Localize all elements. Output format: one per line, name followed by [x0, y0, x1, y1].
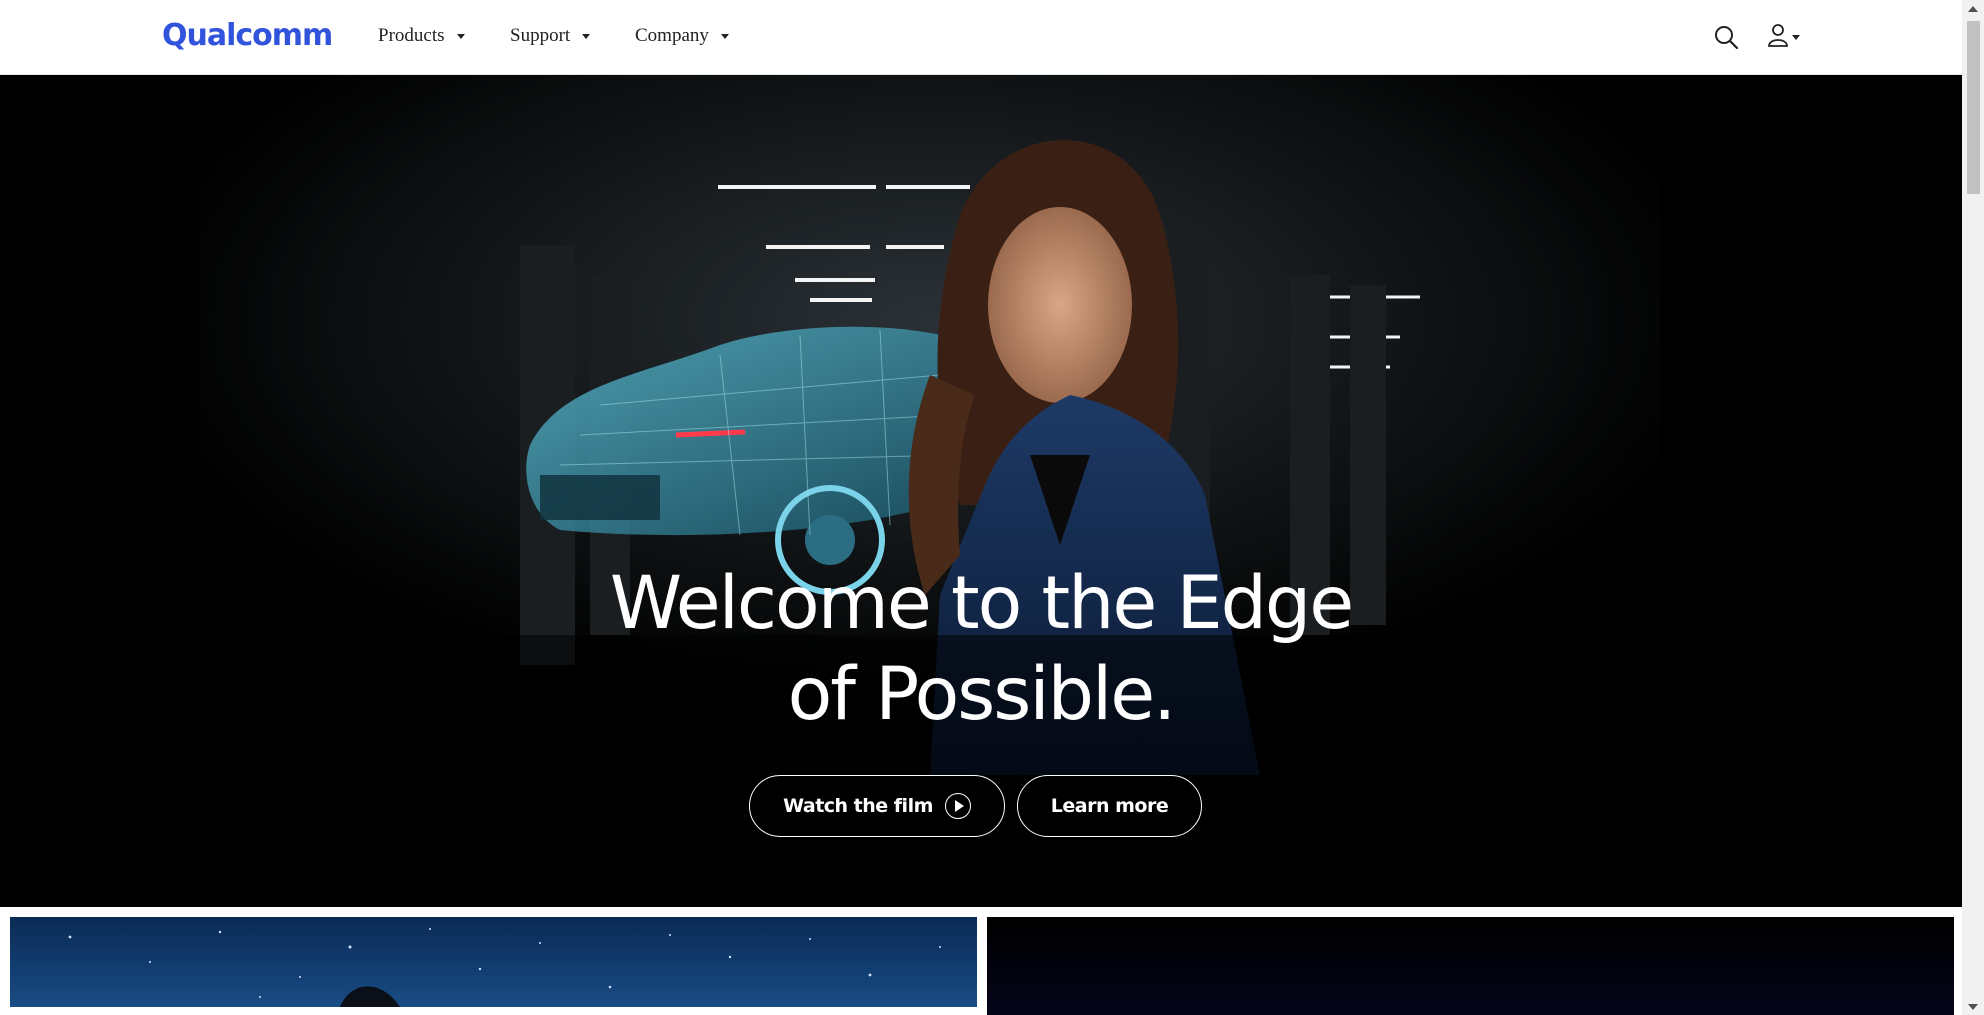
hero-title-line-1: Welcome to the Edge [609, 561, 1354, 646]
nav-item-company[interactable]: Company [635, 25, 729, 47]
scroll-up-arrow-icon[interactable] [1962, 0, 1984, 17]
caret-down-icon [582, 33, 591, 39]
vertical-scrollbar[interactable] [1962, 0, 1984, 1015]
scroll-thumb[interactable] [1967, 21, 1980, 194]
caret-down-icon [456, 33, 465, 39]
nav-item-support[interactable]: Support [510, 25, 591, 47]
nav-item-label: Company [635, 25, 709, 46]
hero-banner: Welcome to the Edge of Possible. Watch t… [0, 75, 1962, 907]
scroll-down-arrow-icon[interactable] [1962, 998, 1984, 1015]
promo-card-left[interactable] [10, 917, 977, 1007]
play-icon [944, 793, 971, 819]
caret-down-icon [1792, 34, 1800, 40]
hero-title-line-2: of Possible. [787, 652, 1177, 737]
promo-card-right[interactable] [987, 917, 1954, 1015]
promo-cards [0, 907, 1962, 1015]
watch-film-label: Watch the film [783, 795, 933, 817]
account-menu-button[interactable] [1767, 23, 1801, 52]
nav-item-label: Support [510, 25, 571, 46]
nav-item-products[interactable]: Products [378, 25, 465, 47]
starry-sky-image [68, 928, 941, 1007]
top-navigation: Qualcomm Products Support Company [0, 0, 1962, 75]
page: Qualcomm Products Support Company Welcom… [0, 0, 1984, 1015]
learn-more-label: Learn more [1050, 795, 1169, 817]
nav-item-label: Products [378, 25, 445, 46]
qualcomm-logo[interactable]: Qualcomm [162, 18, 333, 53]
caret-down-icon [720, 33, 729, 39]
user-icon [1767, 23, 1789, 52]
search-icon[interactable] [1713, 24, 1739, 50]
hero-title: Welcome to the Edge of Possible. [0, 558, 1962, 740]
learn-more-button[interactable]: Learn more [1017, 775, 1202, 837]
watch-film-button[interactable]: Watch the film [749, 775, 1005, 837]
